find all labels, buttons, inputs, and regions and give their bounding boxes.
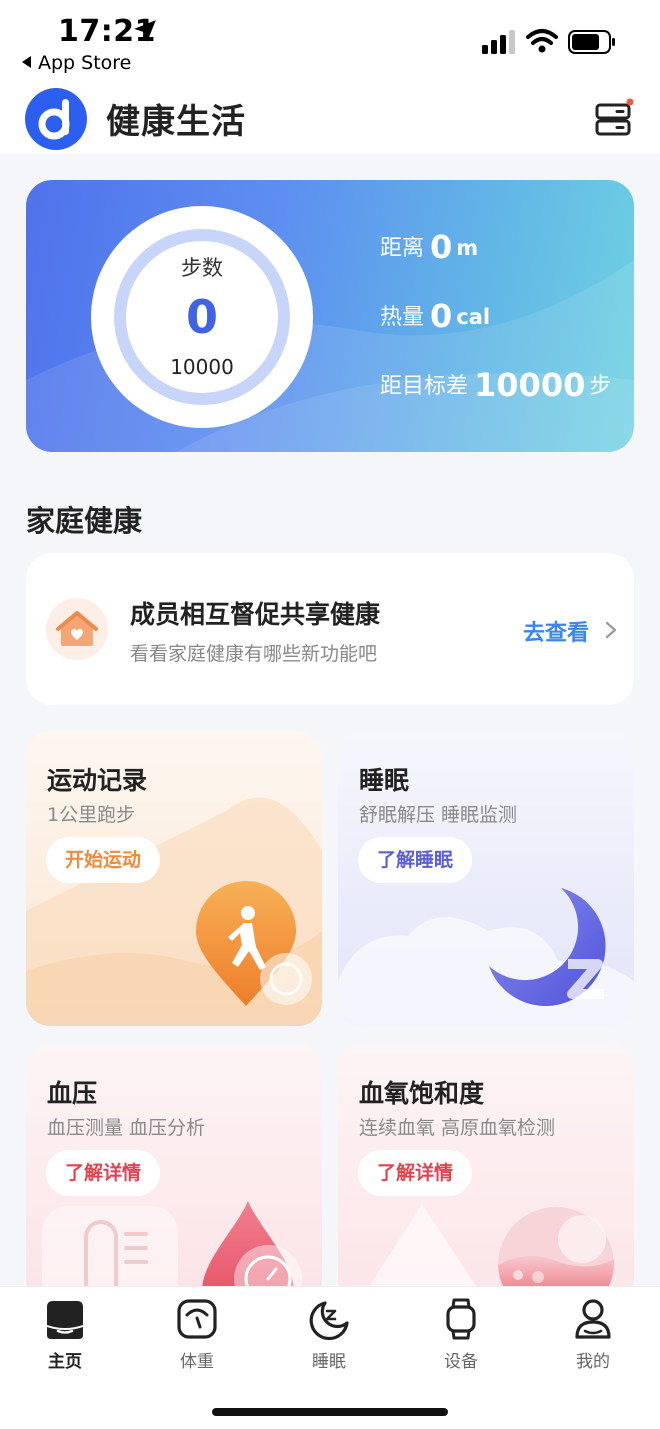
moon-icon bbox=[309, 1301, 349, 1341]
sport-card-subtitle: 1公里跑步 bbox=[47, 804, 136, 826]
wifi-icon bbox=[526, 29, 558, 53]
chevron-right-icon bbox=[605, 621, 617, 639]
sport-record-card[interactable]: 运动记录 1公里跑步 开始运动 bbox=[26, 731, 322, 1026]
remaining-value: 10000 bbox=[474, 366, 586, 404]
blood-pressure-card[interactable]: 血压 血压测量 血压分析 了解详情 bbox=[26, 1044, 322, 1304]
tab-devices[interactable]: 设备 bbox=[416, 1297, 506, 1372]
steps-value: 0 bbox=[185, 290, 218, 344]
spo2-card-title: 血氧饱和度 bbox=[359, 1079, 485, 1108]
bp-card-title: 血压 bbox=[47, 1079, 98, 1108]
device-menu-button[interactable] bbox=[594, 98, 634, 138]
person-icon bbox=[575, 1299, 611, 1339]
sleep-card-title: 睡眠 bbox=[359, 766, 410, 795]
distance-value: 0 bbox=[430, 228, 453, 266]
home-indicator[interactable] bbox=[212, 1408, 448, 1416]
calories-value: 0 bbox=[430, 297, 453, 335]
bp-details-button[interactable]: 了解详情 bbox=[46, 1150, 161, 1196]
tab-devices-label: 设备 bbox=[444, 1352, 478, 1372]
logo-d-icon bbox=[38, 99, 70, 140]
steps-label: 步数 bbox=[181, 256, 223, 280]
distance-stat: 距离 0 m bbox=[380, 228, 478, 266]
running-pin-icon bbox=[196, 881, 312, 1006]
bp-card-subtitle: 血压测量 血压分析 bbox=[47, 1117, 206, 1139]
blood-oxygen-card[interactable]: 血氧饱和度 连续血氧 高原血氧检测 了解详情 bbox=[338, 1044, 634, 1304]
battery-icon bbox=[568, 30, 615, 54]
back-to-app-store[interactable]: App Store bbox=[22, 52, 131, 74]
remaining-unit: 步 bbox=[589, 374, 612, 399]
step-summary-card[interactable]: 步数 0 10000 距离 0 m 热量 0 cal 距目标差 10000 步 bbox=[26, 180, 634, 452]
scale-icon bbox=[177, 1299, 217, 1339]
steps-goal: 10000 bbox=[170, 355, 234, 379]
watch-icon bbox=[446, 1298, 476, 1340]
family-view-link[interactable]: 去查看 bbox=[523, 615, 589, 647]
tab-sleep-label: 睡眠 bbox=[312, 1352, 346, 1372]
tab-weight[interactable]: 体重 bbox=[152, 1297, 242, 1372]
learn-sleep-button[interactable]: 了解睡眠 bbox=[358, 837, 473, 883]
sleep-card[interactable]: 睡眠 舒眠解压 睡眠监测 了解睡眠 bbox=[338, 731, 634, 1026]
back-arrow-icon bbox=[22, 56, 31, 68]
calories-stat: 热量 0 cal bbox=[380, 297, 490, 335]
tab-home-label: 主页 bbox=[48, 1352, 82, 1372]
app-logo bbox=[25, 88, 87, 150]
tab-sleep[interactable]: 睡眠 bbox=[284, 1297, 374, 1372]
distance-unit: m bbox=[456, 236, 479, 260]
tab-weight-label: 体重 bbox=[180, 1352, 214, 1372]
family-section-title: 家庭健康 bbox=[26, 504, 143, 538]
spo2-card-subtitle: 连续血氧 高原血氧检测 bbox=[359, 1117, 556, 1139]
remaining-stat: 距目标差 10000 步 bbox=[380, 366, 611, 404]
spo2-details-button[interactable]: 了解详情 bbox=[358, 1150, 473, 1196]
moon-icon bbox=[489, 888, 606, 1006]
distance-label: 距离 bbox=[380, 236, 425, 261]
location-arrow-icon bbox=[134, 20, 156, 42]
notification-dot bbox=[626, 98, 634, 106]
calories-unit: cal bbox=[456, 305, 491, 329]
page-title: 健康生活 bbox=[106, 102, 246, 142]
tab-home[interactable]: 主页 bbox=[20, 1297, 110, 1372]
status-bar: 17:21 App Store bbox=[0, 0, 660, 88]
sleep-card-subtitle: 舒眠解压 睡眠监测 bbox=[359, 804, 518, 826]
calories-label: 热量 bbox=[380, 305, 425, 330]
family-health-card[interactable]: 成员相互督促共享健康 看看家庭健康有哪些新功能吧 去查看 bbox=[26, 553, 634, 705]
family-house-icon bbox=[46, 598, 108, 660]
family-card-subtitle: 看看家庭健康有哪些新功能吧 bbox=[130, 643, 378, 665]
family-card-title: 成员相互督促共享健康 bbox=[130, 600, 381, 629]
cellular-signal-icon bbox=[482, 30, 515, 54]
start-sport-button[interactable]: 开始运动 bbox=[46, 837, 161, 883]
remaining-label: 距目标差 bbox=[380, 374, 469, 399]
app-header: 健康生活 bbox=[0, 88, 660, 154]
sport-card-title: 运动记录 bbox=[47, 766, 148, 795]
home-icon bbox=[47, 1301, 83, 1339]
tab-profile-label: 我的 bbox=[576, 1352, 610, 1372]
back-store-label: App Store bbox=[38, 52, 132, 74]
tab-profile[interactable]: 我的 bbox=[548, 1297, 638, 1372]
